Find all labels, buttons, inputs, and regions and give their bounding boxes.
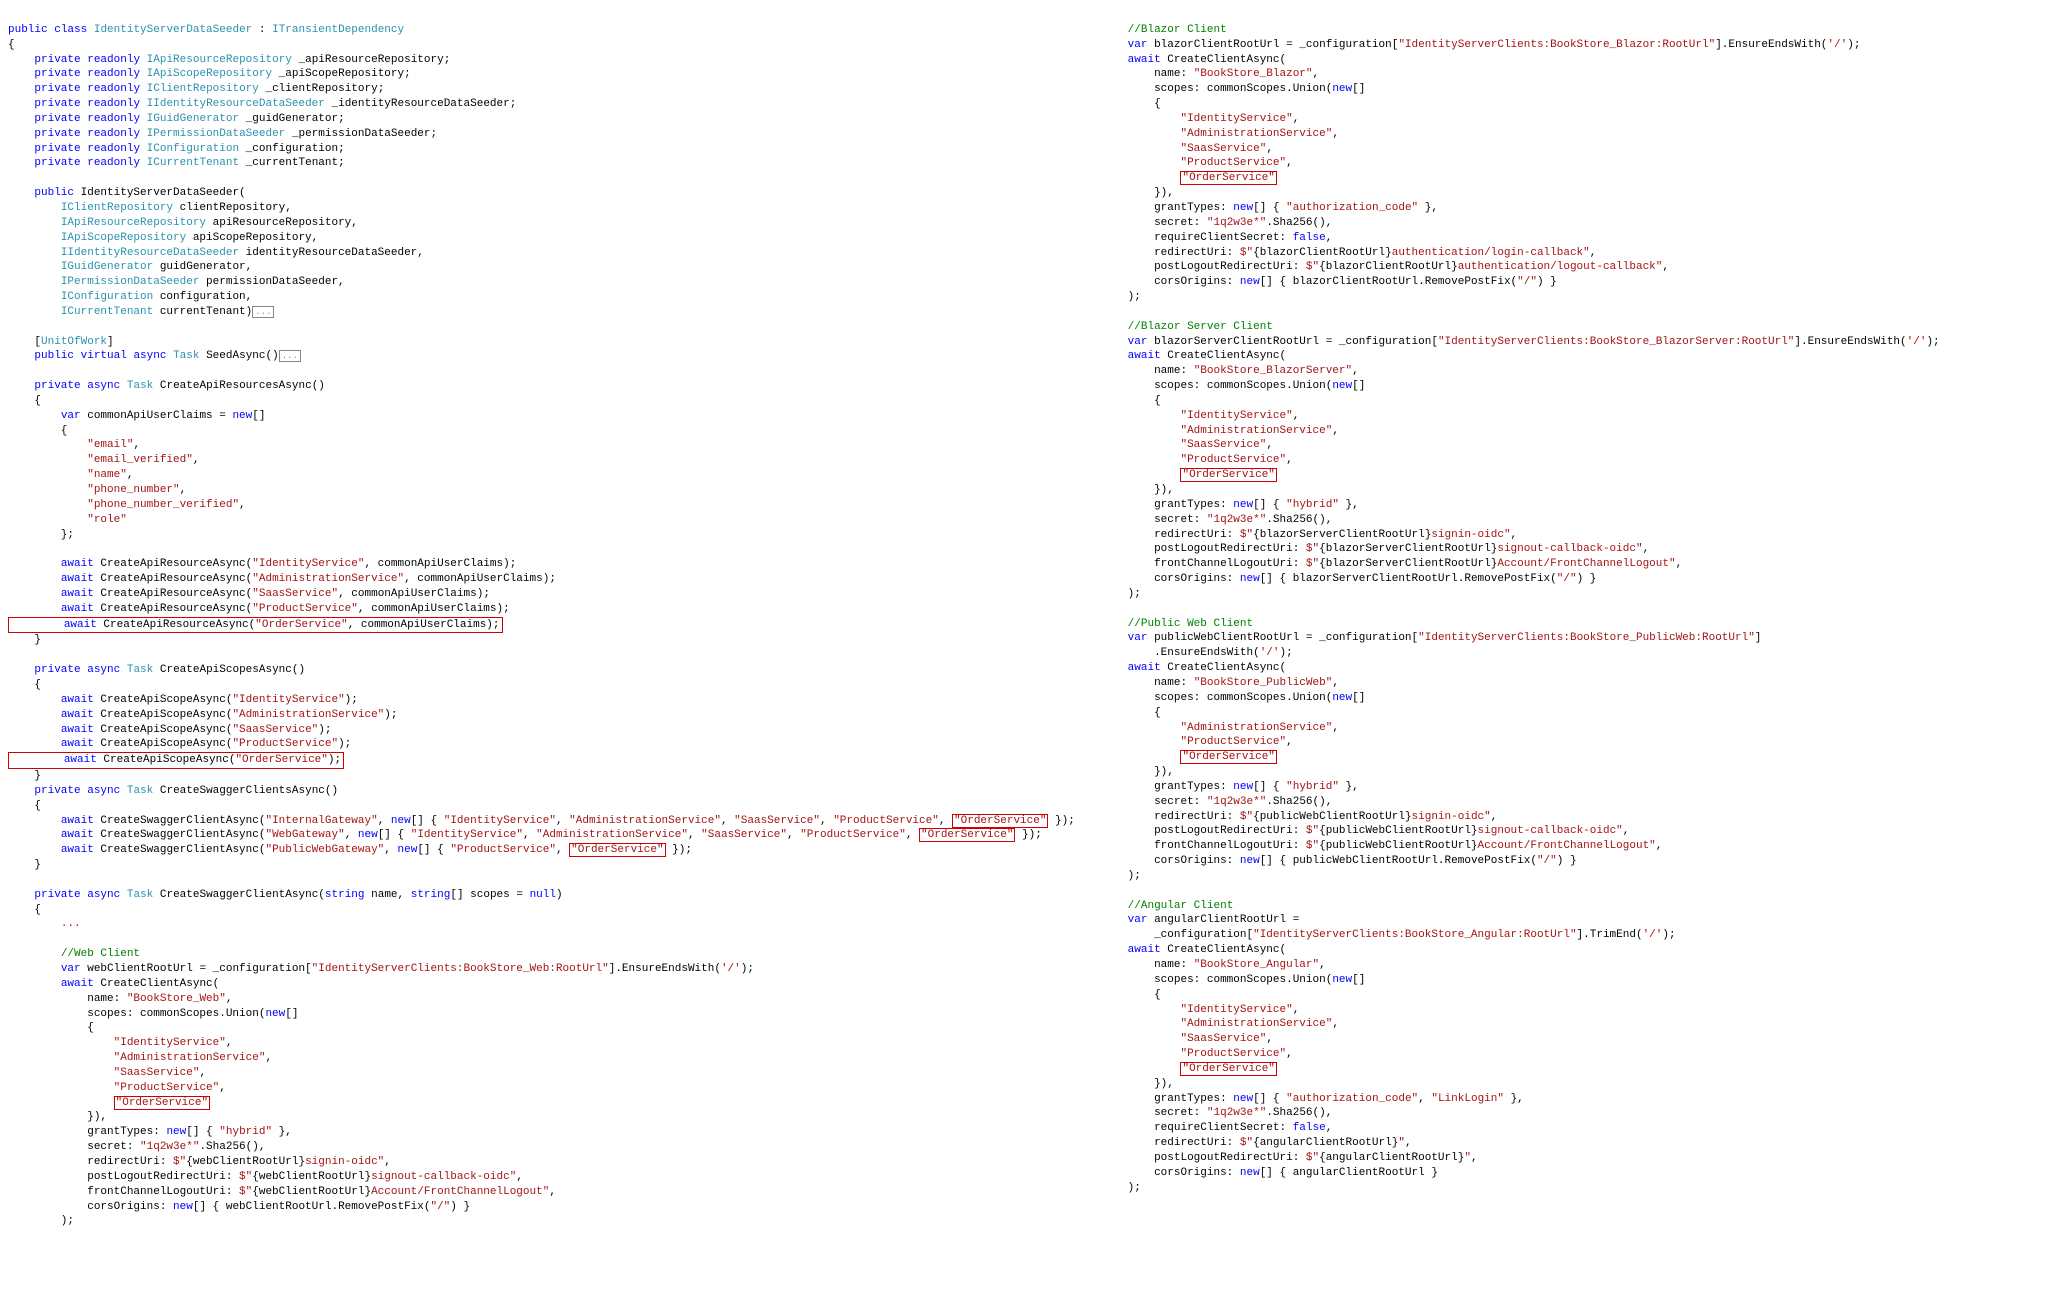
highlighted-line: await CreateApiResourceAsync("OrderServi… xyxy=(8,617,503,634)
collapsed-region-icon[interactable]: ... xyxy=(279,350,301,362)
highlighted-token: "OrderService" xyxy=(114,1096,210,1110)
code-left-panel: public class IdentityServerDataSeeder : … xyxy=(8,8,1075,1229)
highlighted-token: "OrderService" xyxy=(1180,1062,1276,1076)
highlighted-token: "OrderService" xyxy=(952,814,1048,828)
highlighted-token: "OrderService" xyxy=(1180,468,1276,482)
collapsed-region-icon[interactable]: ... xyxy=(252,306,274,318)
highlighted-line: await CreateApiScopeAsync("OrderService"… xyxy=(8,752,344,769)
code-right-panel: //Blazor Client var blazorClientRootUrl … xyxy=(1075,8,2040,1229)
highlighted-token: "OrderService" xyxy=(919,828,1015,842)
highlighted-token: "OrderService" xyxy=(569,843,665,857)
highlighted-token: "OrderService" xyxy=(1180,750,1276,764)
highlighted-token: "OrderService" xyxy=(1180,171,1276,185)
